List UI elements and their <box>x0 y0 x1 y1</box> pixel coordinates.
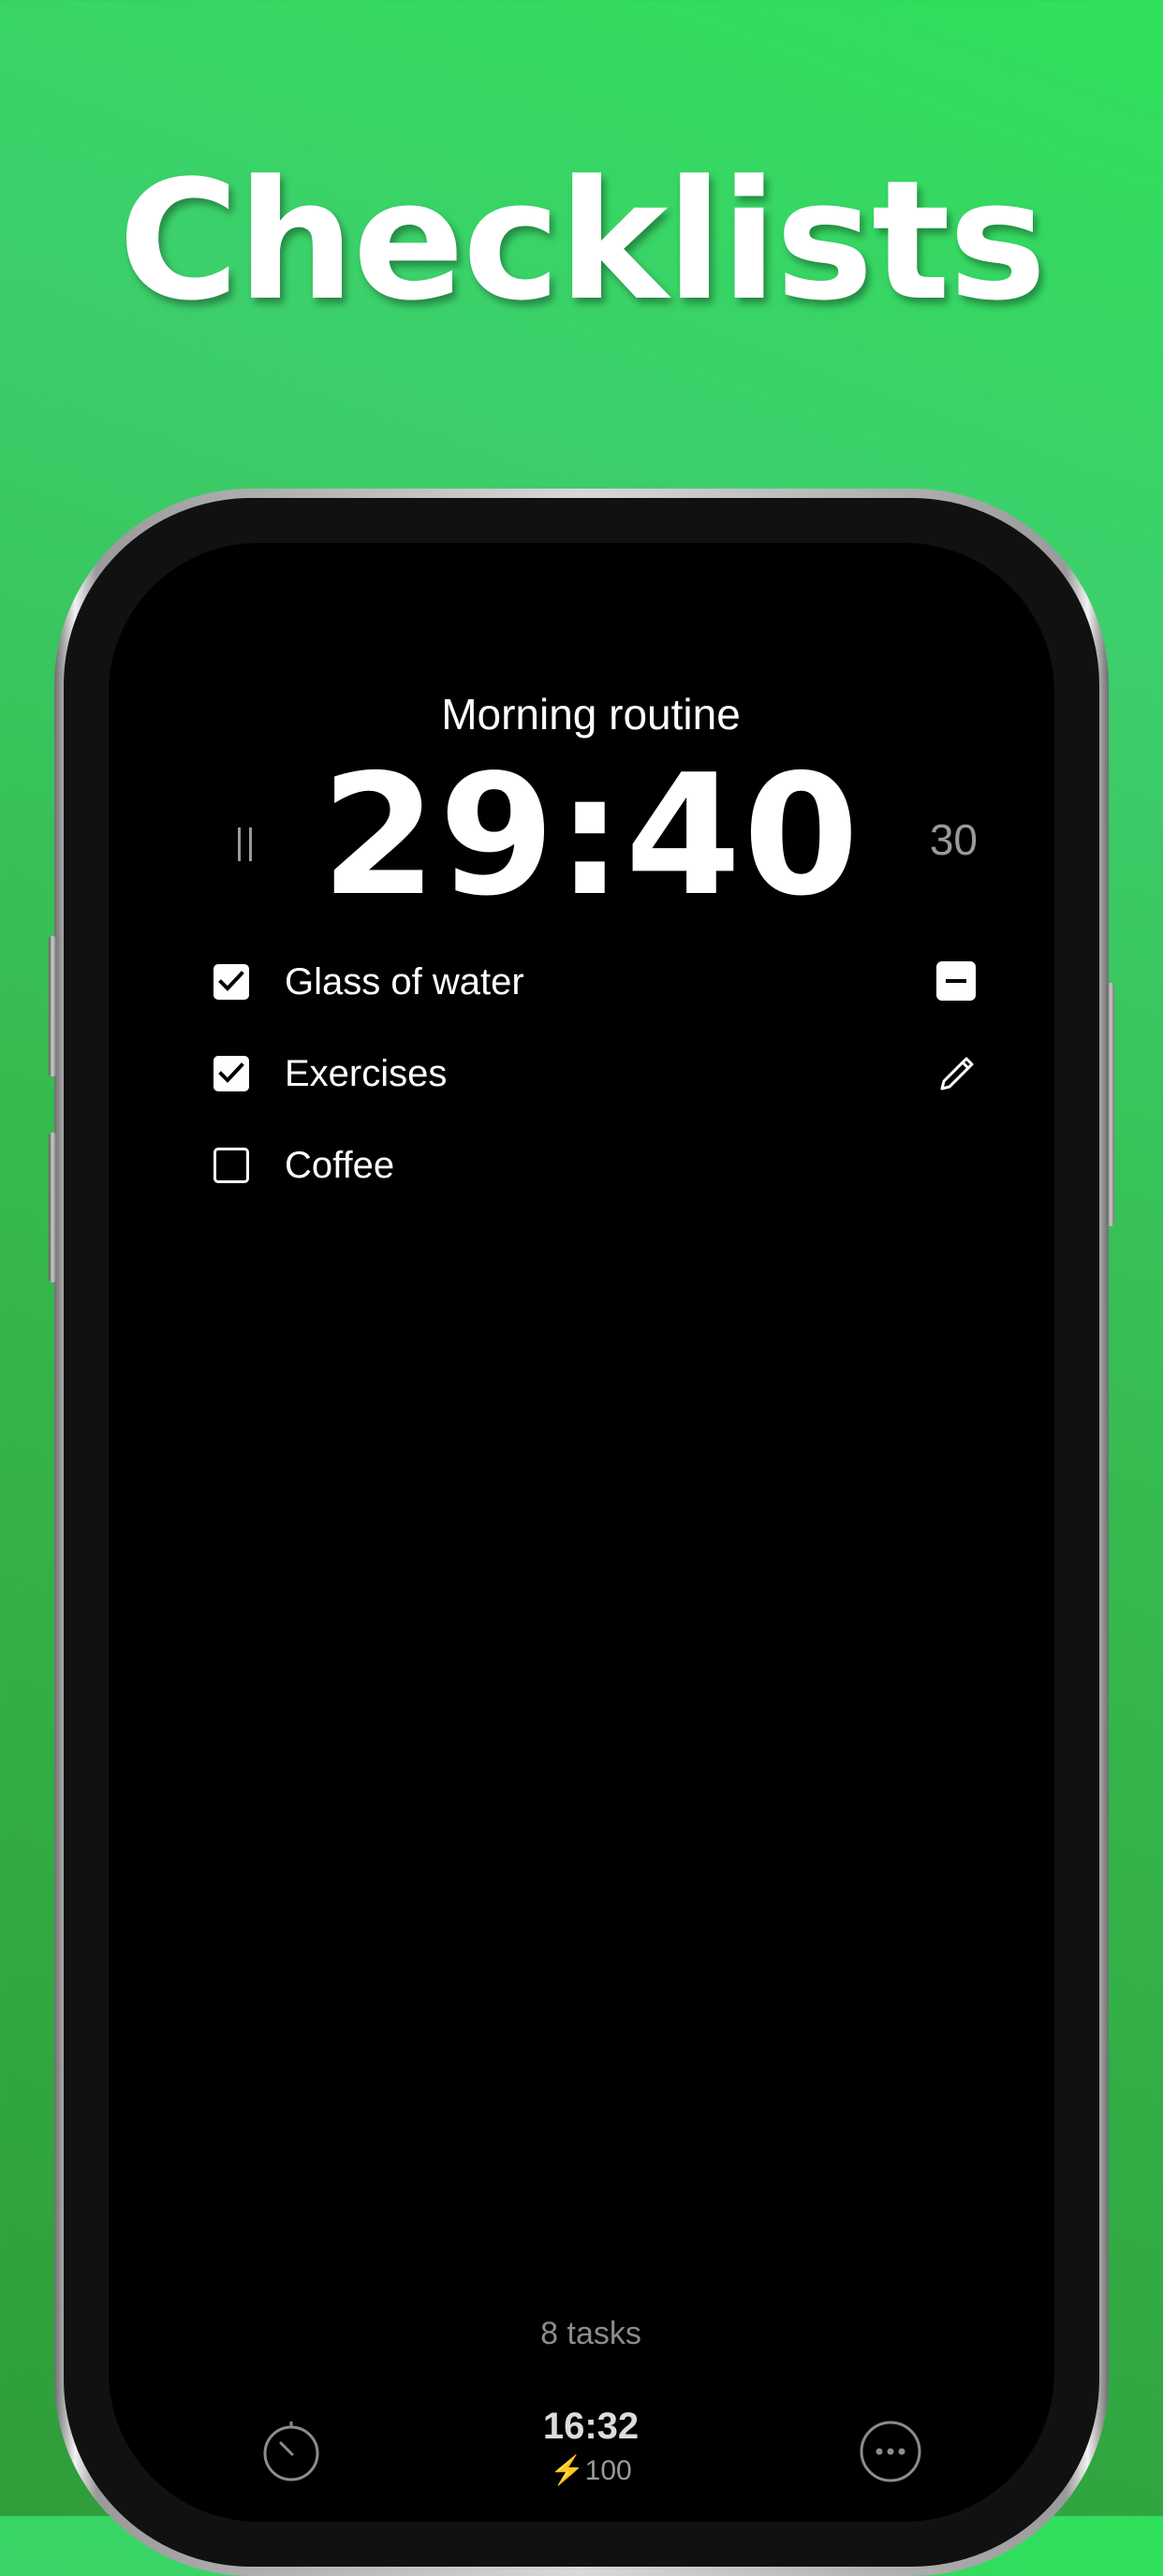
remove-task-button[interactable] <box>936 961 978 1003</box>
phone-frame: Morning routine 29:40 30 Glass of water … <box>54 489 1109 2576</box>
countdown-timer: 29:40 <box>320 739 861 932</box>
pencil-icon <box>940 1057 974 1090</box>
more-button[interactable] <box>858 2419 923 2484</box>
task-label: Exercises <box>285 1052 448 1094</box>
edit-task-button[interactable] <box>936 1053 978 1094</box>
duration-minutes[interactable]: 30 <box>930 814 978 865</box>
checkmark-icon <box>218 971 244 991</box>
task-list: Glass of water Exercises Coffee <box>109 936 1054 1211</box>
volume-button <box>49 1133 56 1282</box>
checkmark-icon <box>218 1062 244 1083</box>
task-item[interactable]: Coffee <box>109 1120 1054 1211</box>
mute-switch <box>49 936 56 1076</box>
phone-bezel: Morning routine 29:40 30 Glass of water … <box>64 498 1099 2567</box>
task-count: 8 tasks <box>540 2316 641 2351</box>
task-checkbox[interactable] <box>213 1148 249 1183</box>
routine-title: Morning routine <box>441 690 741 739</box>
task-checkbox[interactable] <box>213 1056 249 1091</box>
task-label: Glass of water <box>285 960 524 1003</box>
more-icon <box>860 2421 921 2482</box>
headline: Checklists <box>118 145 1047 337</box>
power-button <box>1107 983 1114 1226</box>
task-checkbox[interactable] <box>213 964 249 1000</box>
bottom-bar: 16:32 ⚡100 <box>109 2406 1054 2509</box>
screen-content: Morning routine 29:40 30 Glass of water … <box>109 543 1054 2522</box>
task-item[interactable]: Exercises <box>109 1028 1054 1120</box>
task-label: Coffee <box>285 1144 395 1186</box>
task-item[interactable]: Glass of water <box>109 936 1054 1028</box>
remove-icon <box>936 961 976 1001</box>
phone-screen: Morning routine 29:40 30 Glass of water … <box>109 543 1054 2522</box>
